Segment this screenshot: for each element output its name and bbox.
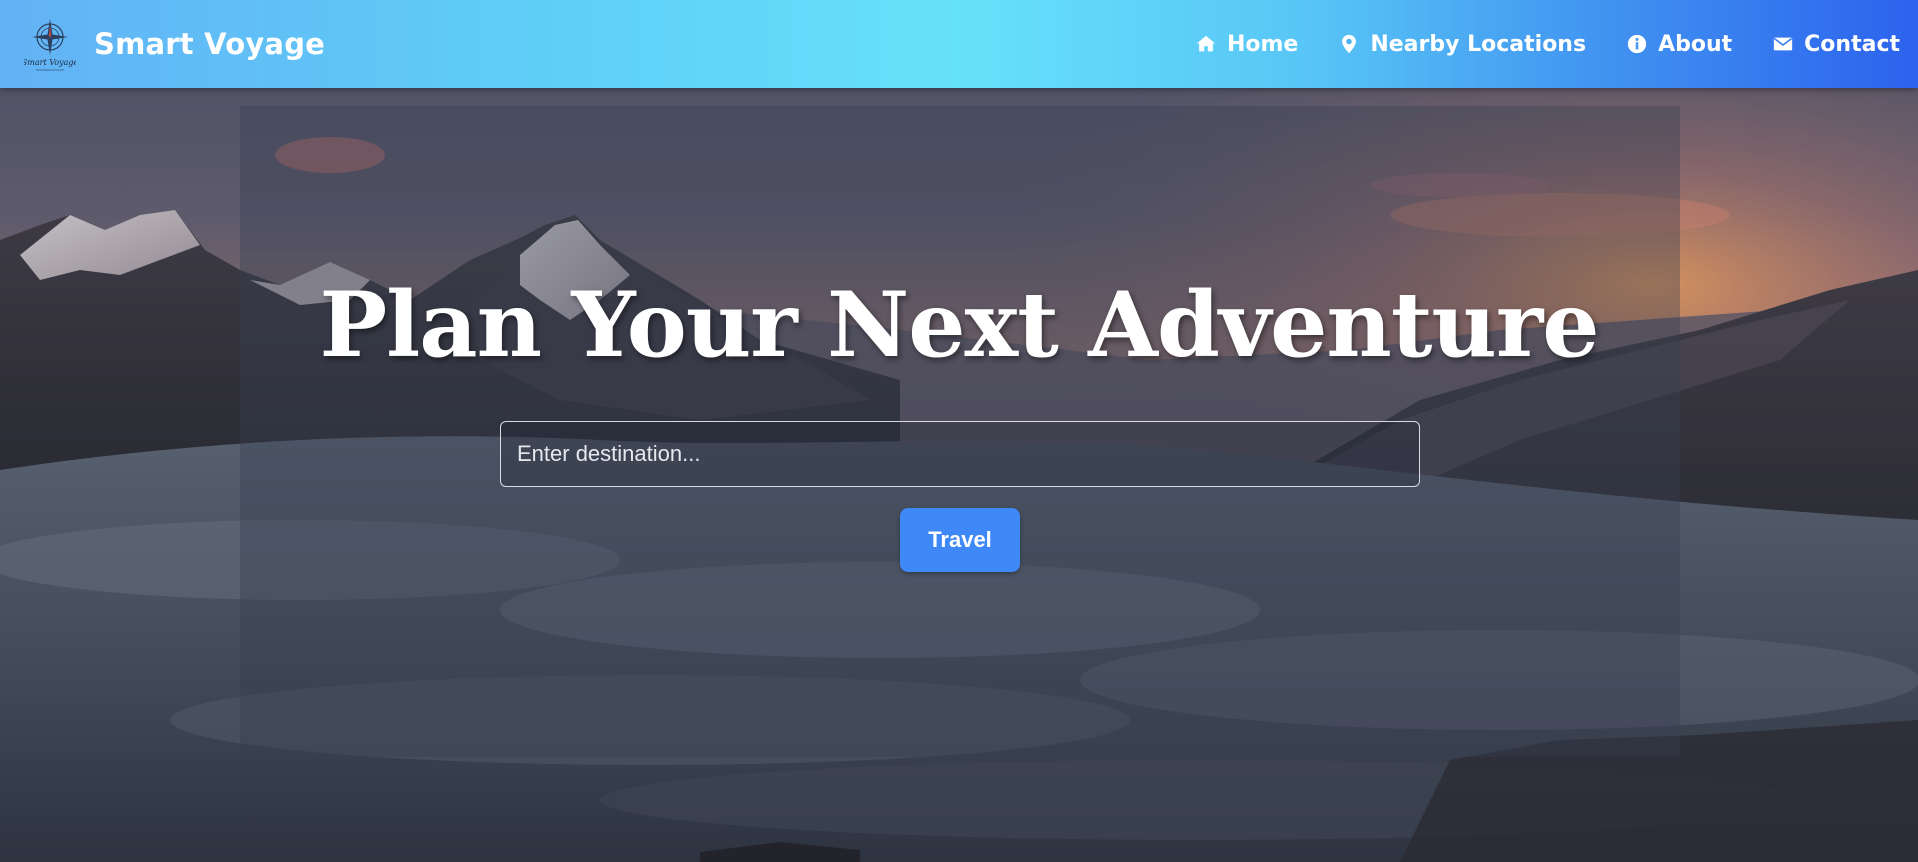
nav-nearby-locations-label: Nearby Locations	[1370, 31, 1587, 57]
top-navbar: Smart Voyage Smart Voyage Home Nearby Lo…	[0, 0, 1918, 88]
nav-home[interactable]: Home	[1195, 32, 1298, 57]
nav-home-label: Home	[1226, 31, 1299, 57]
nav-contact-label: Contact	[1804, 31, 1900, 57]
travel-button[interactable]: Travel	[900, 508, 1020, 572]
info-circle-icon	[1627, 34, 1647, 54]
nav-about-label: About	[1658, 31, 1733, 57]
brand-name[interactable]: Smart Voyage	[94, 27, 325, 61]
hero-title: Plan Your Next Adventure	[319, 272, 1599, 378]
envelope-icon	[1773, 37, 1793, 51]
brand[interactable]: Smart Voyage Smart Voyage	[24, 12, 325, 76]
map-pin-icon	[1342, 34, 1357, 54]
page: Smart Voyage Smart Voyage Home Nearby Lo…	[0, 0, 1918, 862]
nav-about[interactable]: About	[1626, 32, 1732, 57]
home-icon	[1196, 35, 1216, 52]
nav-contact[interactable]: Contact	[1772, 32, 1900, 57]
nav-nearby-locations[interactable]: Nearby Locations	[1338, 32, 1586, 57]
main-nav: Home Nearby Locations About Contact	[1195, 0, 1918, 88]
destination-search-input[interactable]	[500, 421, 1420, 487]
compass-rose-icon[interactable]: Smart Voyage	[24, 13, 76, 75]
logo-text: Smart Voyage	[24, 58, 76, 67]
